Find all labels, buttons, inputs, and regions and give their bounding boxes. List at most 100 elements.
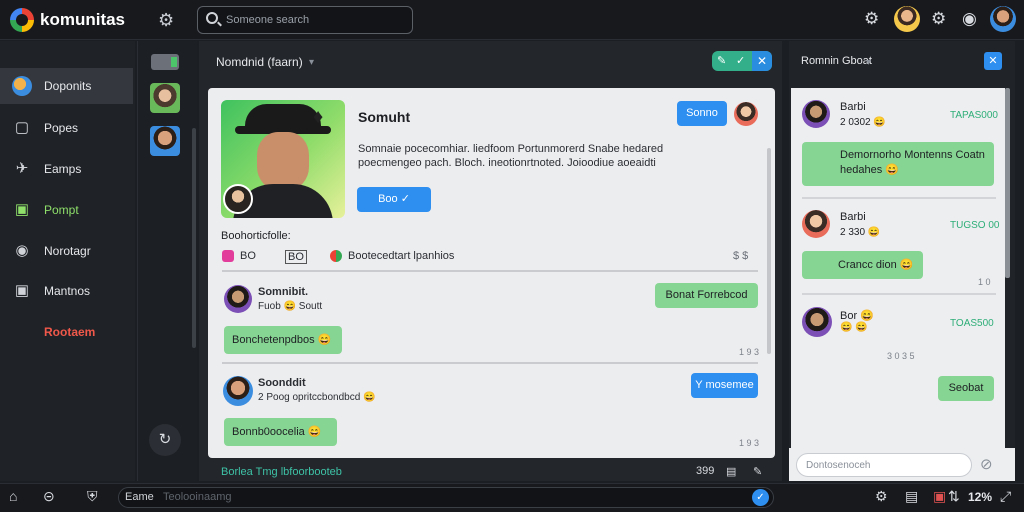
sort-icon[interactable]: ⇅: [948, 488, 960, 505]
close-icon[interactable]: ✕: [984, 52, 1002, 70]
rp-bubble: Crancc dion 😄: [802, 251, 923, 279]
sidebar-item-doponits[interactable]: Doponits: [0, 68, 133, 104]
sidebar-item-label: Rootaem: [44, 325, 96, 339]
attach-icon[interactable]: ⊘: [980, 455, 993, 473]
message-avatar[interactable]: [223, 376, 253, 406]
rp-sub: 😄 😄: [840, 322, 868, 333]
message-avatar[interactable]: [224, 285, 252, 313]
tag-right: $ $: [733, 250, 749, 262]
flag-icon[interactable]: ▣: [933, 488, 946, 505]
share-icon[interactable]: ⚙: [875, 488, 888, 505]
rp-tag: TUGSO 00: [950, 220, 1000, 231]
sidebar-item-pompt[interactable]: ▣ Pompt: [0, 192, 133, 228]
rp-avatar[interactable]: [802, 210, 830, 238]
divider: [802, 293, 996, 295]
sidebar-item-popes[interactable]: ▢ Popes: [0, 110, 133, 146]
app-logo-icon[interactable]: [10, 8, 34, 32]
shield-icon[interactable]: ⛨: [87, 488, 98, 505]
message-meta: Fuob 😄 Soutt: [258, 301, 323, 312]
sidebar-item-mantnos[interactable]: ▣ Mantnos: [0, 273, 133, 309]
rail-scrollbar[interactable]: [192, 128, 196, 348]
rp-reply-bubble: Seobat: [938, 376, 994, 401]
search-icon: [206, 12, 218, 24]
edit-icon[interactable]: ✎: [717, 54, 726, 67]
section-title: Boohorticfolle:: [221, 230, 291, 242]
settings-icon[interactable]: ⚙: [864, 9, 879, 29]
rp-scrollbar[interactable]: [1005, 88, 1010, 278]
document-icon[interactable]: ▤: [905, 488, 918, 505]
badge-avatar: [223, 184, 253, 214]
rp-tag: TOAS500: [950, 318, 994, 329]
top-action-button[interactable]: Sonno: [677, 101, 727, 126]
refresh-icon[interactable]: ↻: [149, 424, 181, 456]
note-icon: ▣: [14, 201, 30, 218]
bottom-input-label: Eame: [125, 491, 154, 503]
pink-tag-icon: [222, 250, 234, 262]
profile-name: Somuht: [358, 109, 411, 125]
folder-icon[interactable]: [151, 54, 179, 70]
send-icon[interactable]: ✓: [752, 489, 769, 506]
message-time: 1 9 3: [739, 347, 760, 357]
rp-sub: 2 330 😄: [840, 227, 881, 238]
divider: [222, 362, 758, 364]
home-icon[interactable]: ⌂: [9, 488, 17, 504]
card-avatar[interactable]: [734, 102, 758, 126]
message-label[interactable]: Bonat Forrebcod: [655, 283, 758, 308]
message-author: Soonddit: [258, 377, 306, 389]
footer-link[interactable]: Borlea Tmg lbfoorbooteb: [221, 466, 342, 478]
expand-icon[interactable]: ⤢: [1000, 488, 1011, 505]
chat-icon[interactable]: ⊝: [43, 488, 55, 505]
tag-box: BO: [285, 250, 307, 264]
sidebar-item-rootaem[interactable]: Rootaem: [0, 314, 133, 350]
message-action-button[interactable]: Y mosemee: [691, 373, 758, 398]
pin-mark-icon: ♦: [313, 106, 324, 128]
divider: [222, 270, 758, 272]
panel-controls[interactable]: ✎ ✓ ✕: [712, 51, 772, 71]
sidebar-item-label: Eamps: [44, 162, 82, 176]
rail-avatar[interactable]: [150, 126, 180, 156]
rp-name: Bor 😄: [840, 310, 874, 322]
close-icon[interactable]: ✕: [752, 51, 772, 71]
chevron-down-icon[interactable]: ▾: [309, 57, 314, 68]
chat-bubble: Bonchetenpdbos 😄: [224, 326, 342, 354]
sidebar-item-label: Norotagr: [44, 244, 91, 258]
search-input[interactable]: Someone search: [197, 6, 413, 34]
notification-icon[interactable]: ◉: [962, 9, 977, 29]
sidebar-item-label: Popes: [44, 121, 79, 135]
sidebar-item-eamps[interactable]: ✈ Eamps: [0, 151, 133, 187]
rp-sub: 2 0302 😄: [840, 117, 886, 128]
rp-avatar[interactable]: [802, 100, 830, 128]
profile-photo: ♦: [221, 100, 345, 218]
gear-icon[interactable]: ⚙: [931, 9, 946, 29]
sidebar-item-label: Pompt: [44, 203, 79, 217]
chevron-down-icon[interactable]: ▾: [866, 57, 871, 68]
pin-icon[interactable]: ✎: [753, 465, 762, 478]
square-icon: ▢: [14, 119, 30, 136]
check-icon[interactable]: ✓: [736, 54, 745, 67]
card-scrollbar[interactable]: [767, 148, 771, 354]
bottom-input-placeholder: Teolooinaamg: [163, 491, 232, 503]
tag-link[interactable]: Bootecedtart lpanhios: [348, 250, 454, 262]
zoom-percent: 12%: [968, 490, 993, 504]
user-avatar[interactable]: [894, 6, 920, 32]
panel-title: Nomdnid (faarn): [216, 55, 303, 69]
clipboard-icon[interactable]: ▤: [726, 465, 736, 478]
rp-avatar[interactable]: [802, 307, 832, 337]
settings-gear-icon[interactable]: ⚙: [158, 10, 174, 31]
rp-name: Barbi: [840, 101, 866, 113]
follow-button[interactable]: Boo ✓: [357, 187, 431, 212]
lock-icon: ▣: [14, 282, 30, 299]
footer-count: 399: [696, 465, 715, 477]
chat-bubble: Bonnb0oocelia 😄: [224, 418, 337, 446]
rail-avatar[interactable]: [150, 83, 180, 113]
rp-input-placeholder: Dontosenoceh: [806, 460, 871, 471]
pin-icon: ✈: [15, 160, 29, 177]
follow-label: Boo: [378, 193, 398, 205]
sidebar-item-norotagr[interactable]: ◉ Norotagr: [0, 233, 133, 269]
rp-time: 1 0: [978, 277, 991, 287]
sidebar-item-label: Mantnos: [44, 284, 91, 298]
app-title: komunitas: [40, 10, 126, 29]
profile-description: Somnaie pocecomhiar. liedfoom Portunmore…: [358, 143, 664, 169]
profile-avatar[interactable]: [990, 6, 1016, 32]
right-panel-title: Romnin Gboat: [801, 55, 872, 67]
